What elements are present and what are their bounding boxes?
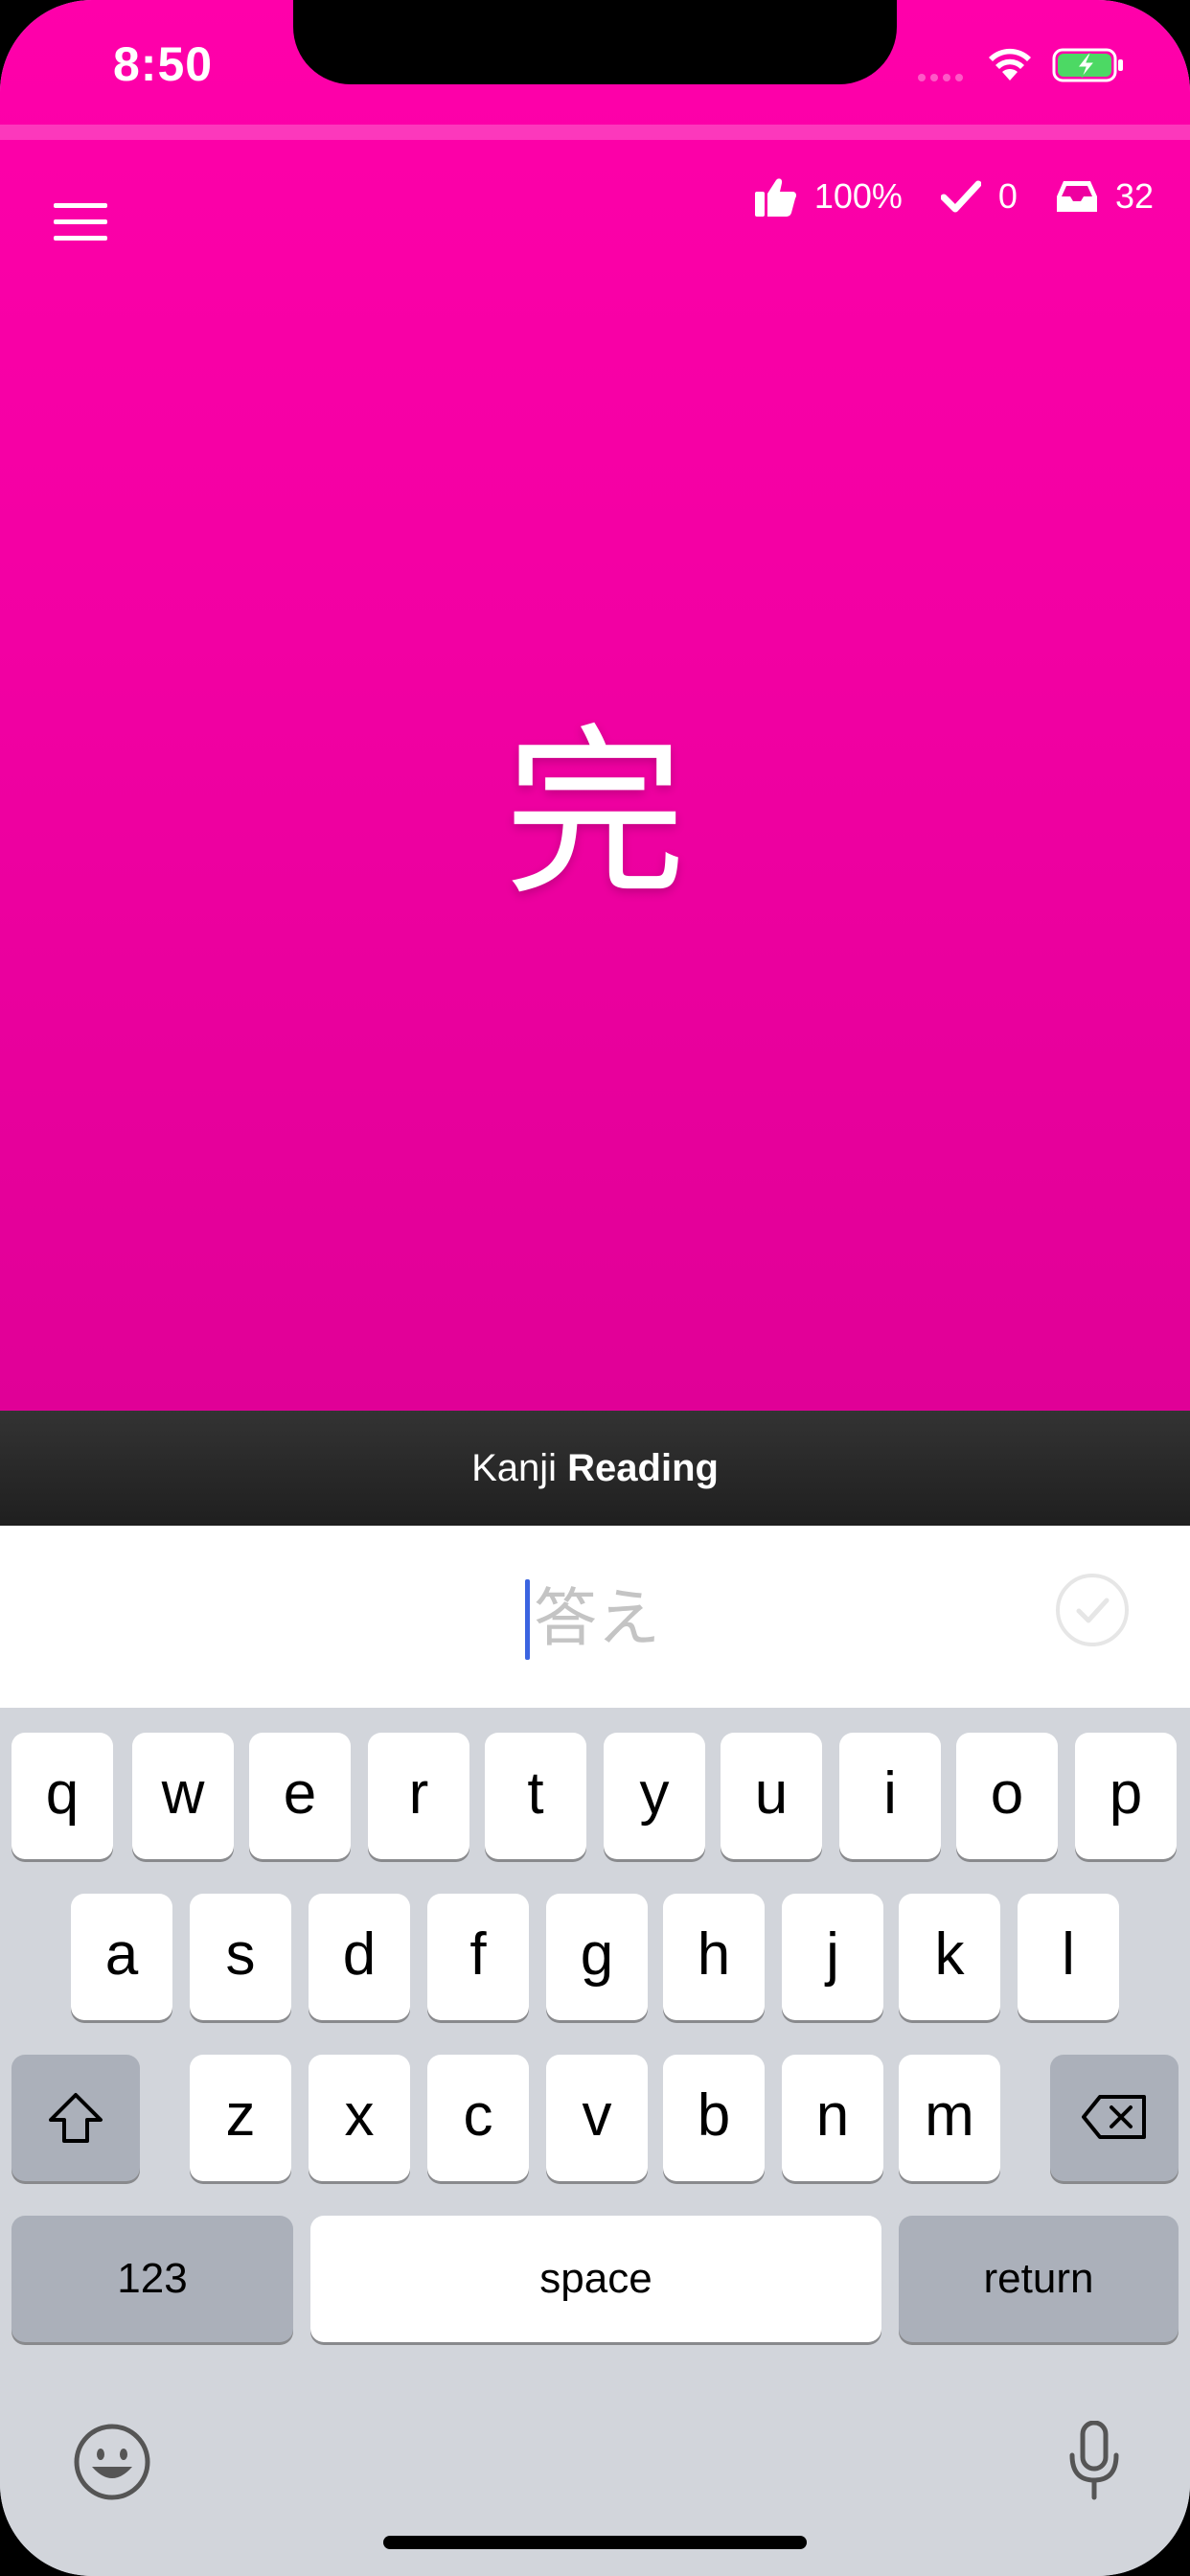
key-h[interactable]: h: [663, 1894, 765, 2020]
key-w[interactable]: w: [132, 1733, 234, 1859]
key-z[interactable]: z: [190, 2055, 291, 2181]
status-time: 8:50: [113, 37, 214, 91]
accuracy-value: 100%: [813, 176, 903, 216]
backspace-key[interactable]: [1050, 2055, 1179, 2181]
home-indicator[interactable]: [383, 2536, 807, 2549]
key-v[interactable]: v: [546, 2055, 648, 2181]
key-q[interactable]: q: [11, 1733, 113, 1859]
key-j[interactable]: j: [782, 1894, 883, 2020]
header-divider: [0, 125, 1190, 140]
key-g[interactable]: g: [546, 1894, 648, 2020]
review-stats: 100% 0 32: [717, 172, 1154, 220]
keyboard: q w e r t y u i o p a s d f g h j k l z …: [0, 1708, 1190, 2576]
accuracy-stat: 100%: [754, 176, 903, 217]
key-d[interactable]: d: [309, 1894, 410, 2020]
kanji-prompt: 完: [503, 708, 686, 920]
key-e[interactable]: e: [249, 1733, 351, 1859]
wifi-icon: [989, 48, 1031, 80]
answer-input[interactable]: [287, 1564, 906, 1671]
microphone-icon[interactable]: [1067, 2421, 1121, 2501]
menu-icon[interactable]: [54, 203, 107, 242]
screen: 8:50 100% 0 32 完 Kanji Reading 答え q w e …: [0, 0, 1190, 2576]
key-r[interactable]: r: [368, 1733, 469, 1859]
backspace-icon: [1082, 2095, 1146, 2139]
numbers-key[interactable]: 123: [11, 2216, 293, 2342]
key-c[interactable]: c: [427, 2055, 529, 2181]
key-s[interactable]: s: [190, 1894, 291, 2020]
status-bar: 8:50: [0, 0, 1190, 125]
key-n[interactable]: n: [782, 2055, 883, 2181]
submit-check-icon: [1076, 1598, 1110, 1623]
notch: [293, 0, 897, 84]
shift-key[interactable]: [11, 2055, 140, 2181]
key-a[interactable]: a: [71, 1894, 172, 2020]
answer-area: [0, 1526, 1190, 1708]
key-t[interactable]: t: [485, 1733, 586, 1859]
thumbs-up-icon: [754, 178, 796, 217]
key-x[interactable]: x: [309, 2055, 410, 2181]
key-b[interactable]: b: [663, 2055, 765, 2181]
inbox-icon: [1056, 181, 1097, 212]
review-card: 8:50 100% 0 32 完: [0, 0, 1190, 1411]
remaining-count: 32: [1114, 176, 1154, 216]
space-key[interactable]: space: [310, 2216, 881, 2342]
text-caret: [525, 1579, 530, 1660]
emoji-icon[interactable]: [73, 2423, 151, 2501]
key-m[interactable]: m: [899, 2055, 1000, 2181]
key-k[interactable]: k: [899, 1894, 1000, 2020]
key-u[interactable]: u: [721, 1733, 822, 1859]
checkmark-icon: [940, 180, 981, 213]
return-key[interactable]: return: [899, 2216, 1179, 2342]
correct-stat: 0: [940, 176, 1018, 217]
key-f[interactable]: f: [427, 1894, 529, 2020]
question-type-bar: Kanji Reading: [0, 1411, 1190, 1526]
task-label: Reading: [567, 1447, 719, 1489]
correct-count: 0: [997, 176, 1018, 216]
remaining-stat: 32: [1056, 176, 1154, 217]
subject-label: Kanji: [471, 1447, 558, 1489]
cellular-signal-icon: [918, 69, 968, 86]
key-l[interactable]: l: [1018, 1894, 1119, 2020]
key-i[interactable]: i: [839, 1733, 941, 1859]
battery-charging-icon: [1052, 48, 1123, 82]
key-p[interactable]: p: [1075, 1733, 1177, 1859]
key-y[interactable]: y: [604, 1733, 705, 1859]
submit-button[interactable]: [1056, 1574, 1129, 1646]
key-o[interactable]: o: [956, 1733, 1058, 1859]
shift-icon: [49, 2093, 103, 2143]
